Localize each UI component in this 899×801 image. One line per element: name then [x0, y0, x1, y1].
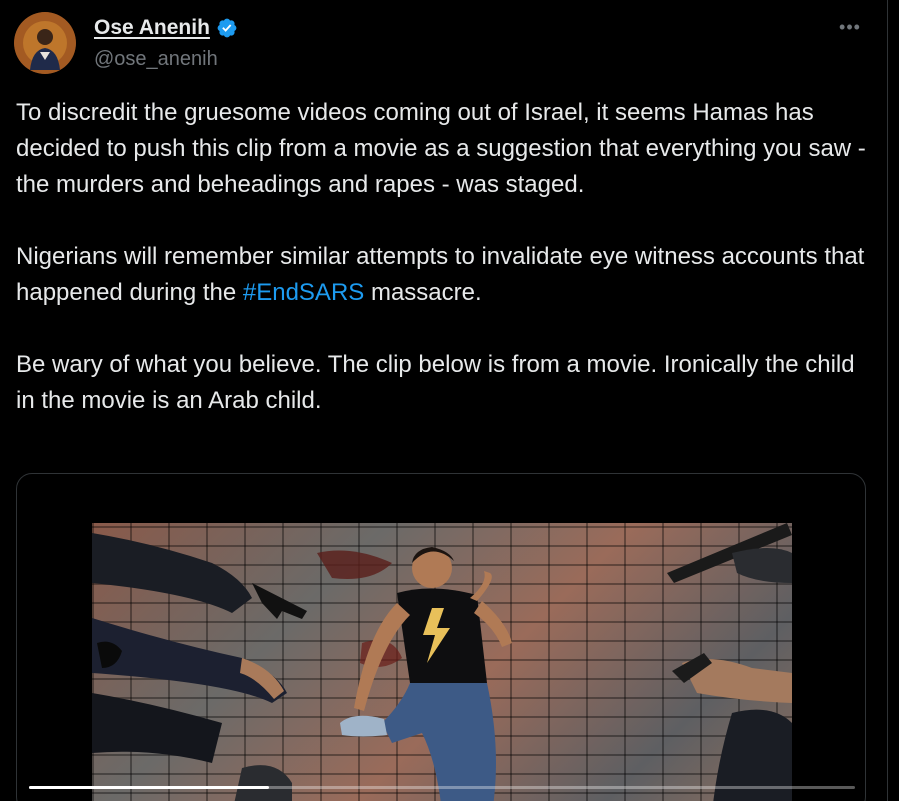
tweet-paragraph-3: Be wary of what you believe. The clip be… — [16, 351, 855, 414]
video-progress-fill — [29, 786, 269, 789]
tweet-text: To discredit the gruesome videos coming … — [16, 95, 866, 419]
video-scene — [92, 523, 792, 801]
tweet-paragraph-1: To discredit the gruesome videos coming … — [16, 99, 866, 198]
video-player[interactable] — [16, 473, 866, 801]
paragraph-2-end: massacre. — [364, 279, 482, 306]
handle[interactable]: @ose_anenih — [94, 48, 218, 71]
video-progress-bar[interactable] — [29, 786, 855, 789]
avatar[interactable] — [14, 12, 76, 74]
display-name[interactable]: Ose Anenih — [94, 16, 210, 40]
tweet-header: Ose Anenih @ose_anenih ••• — [14, 12, 874, 76]
more-icon[interactable]: ••• — [836, 18, 864, 40]
avatar-image — [14, 12, 76, 74]
tweet-paragraph-2: Nigerians will remember similar attempts… — [16, 239, 866, 311]
scrollbar[interactable] — [889, 0, 899, 801]
name-row: Ose Anenih — [94, 16, 238, 40]
video-thumbnail[interactable] — [92, 523, 792, 801]
hashtag-link[interactable]: #EndSARS — [243, 279, 364, 306]
tweet[interactable]: Ose Anenih @ose_anenih ••• To discredit … — [0, 0, 899, 801]
verified-badge-icon[interactable] — [216, 17, 238, 39]
